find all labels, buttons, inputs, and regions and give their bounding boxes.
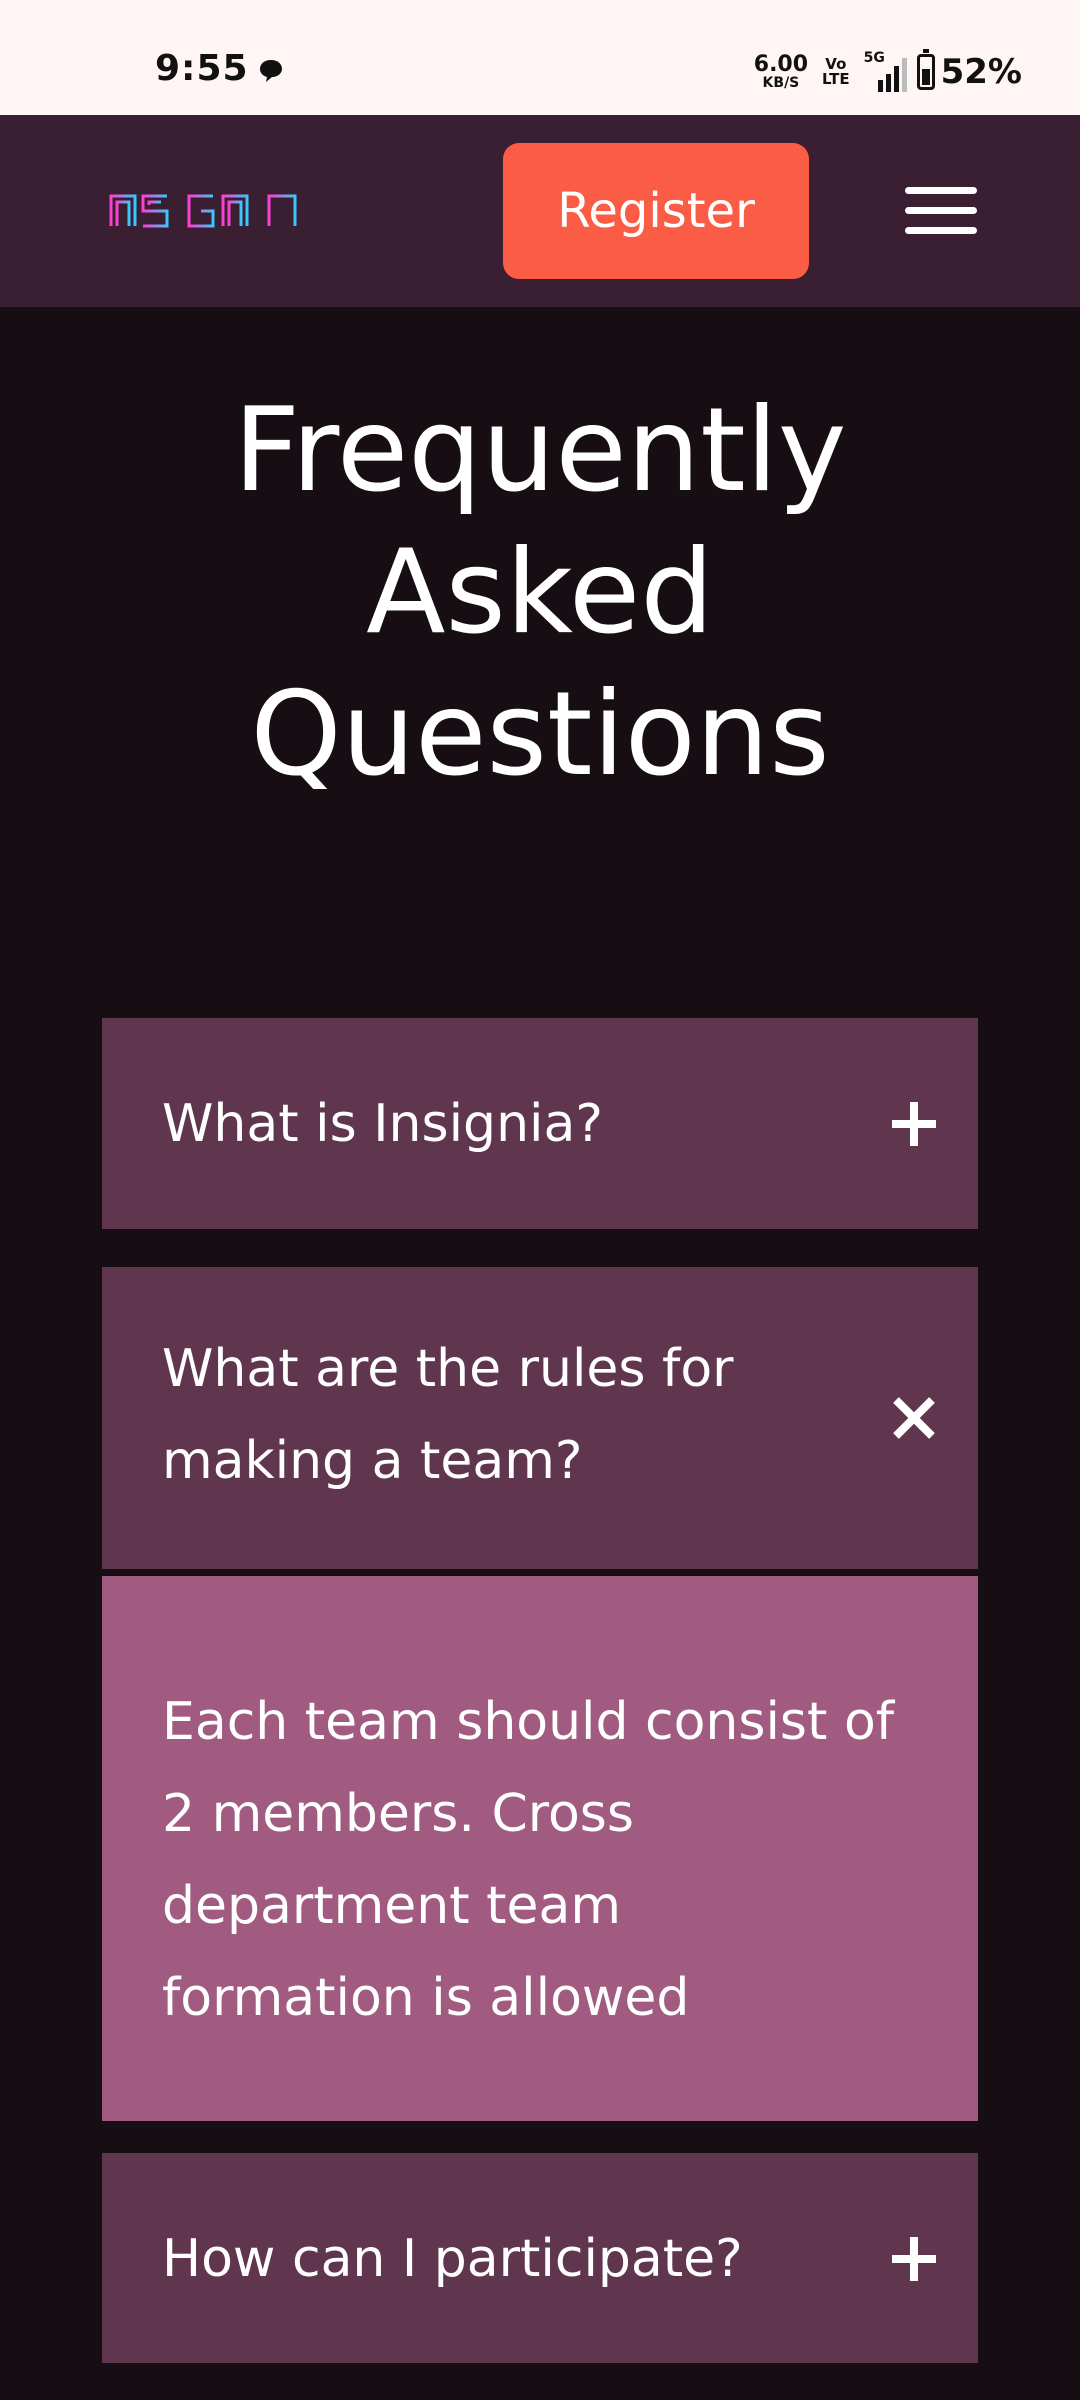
- faq-answer-line-2: 2 members. Cross: [162, 1784, 634, 1844]
- page-title: Frequently Asked Questions: [0, 380, 1080, 806]
- page-title-line-1: Frequently: [233, 383, 847, 518]
- faq-answer-text: Each team should consist of 2 members. C…: [162, 1676, 952, 2044]
- faq-question-line-1: What are the rules for: [162, 1339, 734, 1399]
- plus-icon[interactable]: [882, 2227, 946, 2291]
- volte-bottom: LTE: [822, 70, 850, 88]
- hamburger-menu-icon[interactable]: [905, 187, 977, 235]
- network-speed-unit: KB/S: [762, 75, 800, 91]
- signal-5g-icon: 5G: [863, 50, 907, 92]
- network-type: 5G: [863, 50, 885, 66]
- volte-icon: Vo LTE: [822, 57, 850, 87]
- register-button[interactable]: Register: [503, 143, 809, 279]
- faq-question: What are the rules for making a team?: [162, 1323, 734, 1507]
- insignia-logo[interactable]: [95, 192, 320, 230]
- faq-item-how-to-participate[interactable]: How can I participate?: [102, 2153, 978, 2363]
- battery-percent: 52%: [940, 52, 1022, 92]
- page-title-line-3: Questions: [250, 667, 830, 802]
- faq-answer-line-4: formation is allowed: [162, 1968, 690, 2028]
- faq-answer-line-1: Each team should consist of: [162, 1692, 895, 1752]
- chat-bubble-icon: [260, 60, 282, 82]
- faq-question: What is Insignia?: [162, 1094, 603, 1154]
- faq-item-team-rules[interactable]: What are the rules for making a team?: [102, 1267, 978, 1569]
- network-speed: 6.00 KB/S: [753, 52, 809, 91]
- page-title-line-2: Asked: [366, 525, 714, 660]
- site-header: Register: [0, 115, 1080, 307]
- status-icons: 6.00 KB/S Vo LTE 5G 52%: [754, 48, 1022, 96]
- status-bar: 9:55 6.00 KB/S Vo LTE 5G 52%: [0, 0, 1080, 115]
- faq-question: How can I participate?: [162, 2229, 743, 2289]
- status-time: 9:55: [155, 48, 249, 89]
- close-icon[interactable]: [882, 1386, 946, 1450]
- faq-answer-line-3: department team: [162, 1876, 622, 1936]
- faq-answer-team-rules: Each team should consist of 2 members. C…: [102, 1576, 978, 2121]
- faq-item-what-is-insignia[interactable]: What is Insignia?: [102, 1018, 978, 1229]
- network-speed-value: 6.00: [753, 52, 809, 77]
- plus-icon[interactable]: [882, 1092, 946, 1156]
- faq-question-line-2: making a team?: [162, 1431, 583, 1491]
- battery-icon: [916, 49, 935, 90]
